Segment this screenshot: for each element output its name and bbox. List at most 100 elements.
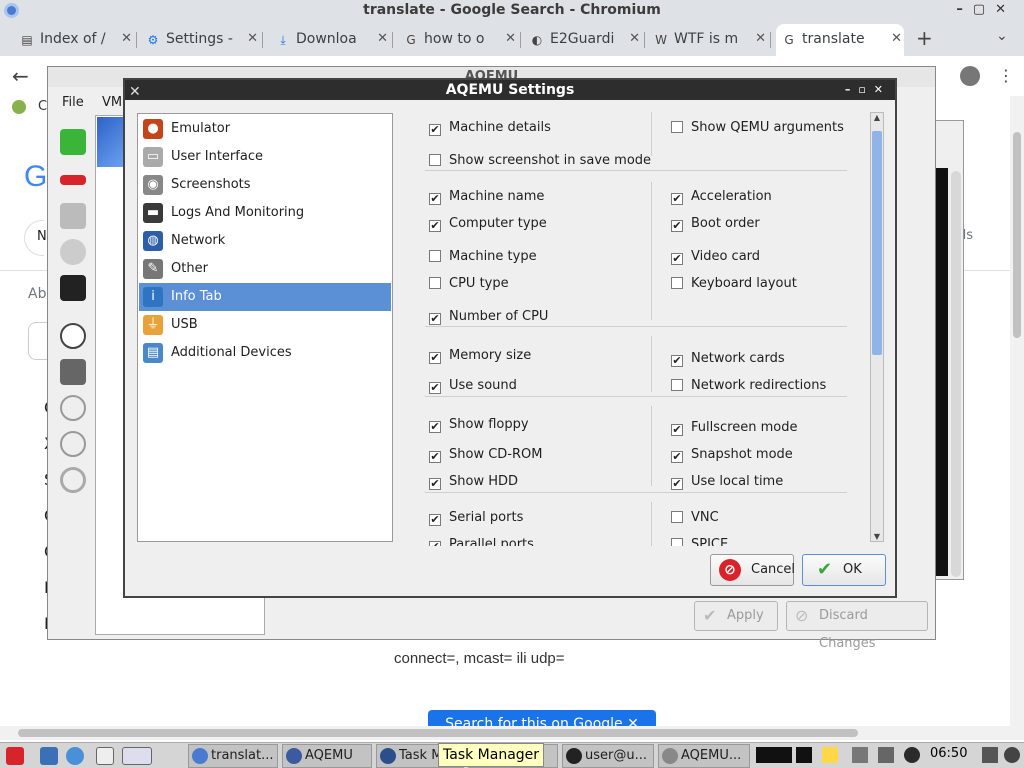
checkbox-unchecked[interactable] bbox=[429, 277, 441, 289]
taskbar-task-0[interactable]: translat... bbox=[188, 744, 278, 768]
checkbox-checked[interactable]: ✔ bbox=[429, 421, 441, 433]
bookmark-icon[interactable] bbox=[12, 100, 26, 114]
category-screenshots[interactable]: ◉ Screenshots bbox=[139, 171, 391, 199]
option-number-of-cpu[interactable]: ✔ Number of CPU bbox=[429, 309, 548, 325]
option-serial-ports[interactable]: ✔ Serial ports bbox=[429, 510, 523, 526]
scroll-down-icon[interactable]: ▼ bbox=[872, 532, 882, 541]
checkbox-checked[interactable]: ✔ bbox=[429, 220, 441, 232]
workspace-icon[interactable] bbox=[122, 747, 152, 765]
scroll-up-icon[interactable]: ▲ bbox=[872, 113, 882, 122]
horizontal-scrollbar[interactable] bbox=[0, 726, 1010, 740]
option-vnc[interactable]: VNC bbox=[671, 510, 719, 525]
tab-0[interactable]: ▤ Index of / ✕ bbox=[14, 24, 134, 56]
tab-search-icon[interactable]: ⌄ bbox=[996, 28, 1008, 44]
close-tab-icon[interactable]: ✕ bbox=[755, 24, 766, 54]
tray-search-icon[interactable] bbox=[852, 747, 868, 763]
option-network-cards[interactable]: ✔ Network cards bbox=[671, 351, 785, 367]
option-video-card[interactable]: ✔ Video card bbox=[671, 249, 760, 265]
checkbox-checked[interactable]: ✔ bbox=[429, 478, 441, 490]
pause-icon[interactable] bbox=[60, 395, 86, 421]
tray-terminal-icon[interactable] bbox=[796, 747, 812, 763]
vm-thumbnail[interactable] bbox=[97, 117, 123, 167]
option-spice[interactable]: SPICE bbox=[671, 537, 728, 546]
option-cpu-type[interactable]: CPU type bbox=[429, 276, 509, 291]
checkbox-checked[interactable]: ✔ bbox=[429, 541, 441, 546]
options-scroll-thumb[interactable] bbox=[872, 131, 882, 355]
power-icon[interactable] bbox=[1004, 747, 1020, 763]
checkbox-unchecked[interactable] bbox=[671, 538, 683, 546]
category-list[interactable]: ● Emulator ▭ User Interface ◉ Screenshots ▬ Log… bbox=[137, 113, 393, 542]
close-tab-icon[interactable]: ✕ bbox=[891, 24, 902, 54]
checkbox-checked[interactable]: ✔ bbox=[429, 514, 441, 526]
ok-button[interactable]: ✔ OK bbox=[802, 554, 886, 586]
option-show-qemu-arguments[interactable]: Show QEMU arguments bbox=[671, 120, 844, 135]
apply-button[interactable]: ✔ Apply bbox=[694, 601, 778, 631]
option-boot-order[interactable]: ✔ Boot order bbox=[671, 216, 760, 232]
checkbox-checked[interactable]: ✔ bbox=[429, 451, 441, 463]
checkbox-checked[interactable]: ✔ bbox=[429, 313, 441, 325]
checkbox-unchecked[interactable] bbox=[671, 121, 683, 133]
close-tab-icon[interactable]: ✕ bbox=[121, 24, 132, 54]
tab-2[interactable]: ⤓ Downloa ✕ bbox=[270, 24, 390, 56]
options-scrollbar[interactable]: ▲ ▼ bbox=[870, 112, 884, 542]
vertical-scrollbar[interactable] bbox=[1010, 96, 1024, 740]
close-tab-icon[interactable]: ✕ bbox=[629, 24, 640, 54]
option-show-screenshot-in-save-mode[interactable]: Show screenshot in save mode bbox=[429, 153, 651, 168]
vscroll-thumb[interactable] bbox=[1013, 132, 1021, 338]
option-computer-type[interactable]: ✔ Computer type bbox=[429, 216, 547, 232]
option-use-local-time[interactable]: ✔ Use local time bbox=[671, 474, 783, 490]
close-tab-icon[interactable]: ✕ bbox=[377, 24, 388, 54]
option-machine-details[interactable]: ✔ Machine details bbox=[429, 120, 551, 136]
option-machine-name[interactable]: ✔ Machine name bbox=[429, 189, 544, 205]
category-other[interactable]: ✎ Other bbox=[139, 255, 391, 283]
checkbox-checked[interactable]: ✔ bbox=[429, 124, 441, 136]
tab-4[interactable]: ◐ E2Guardi ✕ bbox=[524, 24, 642, 56]
option-machine-type[interactable]: Machine type bbox=[429, 249, 537, 264]
stop-icon[interactable] bbox=[60, 431, 86, 457]
checkbox-unchecked[interactable] bbox=[429, 154, 441, 166]
taskbar-task-1[interactable]: AQEMU bbox=[282, 744, 372, 768]
browser-launcher-icon[interactable] bbox=[66, 747, 84, 765]
checkbox-unchecked[interactable] bbox=[429, 250, 441, 262]
discard-changes-button[interactable]: ⊘ Discard Changes bbox=[786, 601, 928, 651]
tray-p-icon[interactable] bbox=[822, 747, 838, 763]
category-info-tab[interactable]: i Info Tab bbox=[139, 283, 391, 311]
checkbox-unchecked[interactable] bbox=[671, 379, 683, 391]
clock-icon[interactable] bbox=[60, 239, 86, 265]
checkbox-checked[interactable]: ✔ bbox=[671, 451, 683, 463]
google-logo[interactable]: G bbox=[24, 160, 47, 194]
checkbox-checked[interactable]: ✔ bbox=[429, 352, 441, 364]
option-memory-size[interactable]: ✔ Memory size bbox=[429, 348, 531, 364]
option-parallel-ports[interactable]: ✔ Parallel ports bbox=[429, 537, 534, 546]
checkbox-checked[interactable]: ✔ bbox=[671, 253, 683, 265]
clock[interactable]: 06:50 bbox=[930, 746, 967, 761]
dialog-window-controls[interactable]: –▫✕ bbox=[845, 80, 891, 100]
window-controls[interactable]: –▢✕ bbox=[956, 0, 1016, 20]
close-tab-icon[interactable]: ✕ bbox=[247, 24, 258, 54]
menu-vm[interactable]: VM bbox=[102, 95, 122, 110]
checkbox-checked[interactable]: ✔ bbox=[429, 382, 441, 394]
save-icon[interactable] bbox=[60, 359, 86, 385]
category-user-interface[interactable]: ▭ User Interface bbox=[139, 143, 391, 171]
add-vm-icon[interactable] bbox=[60, 129, 86, 155]
remove-vm-icon[interactable] bbox=[60, 175, 86, 185]
category-logs-and-monitoring[interactable]: ▬ Logs And Monitoring bbox=[139, 199, 391, 227]
tray-network-icon[interactable] bbox=[904, 747, 920, 763]
checkbox-checked[interactable]: ✔ bbox=[671, 220, 683, 232]
back-arrow-icon[interactable]: ← bbox=[12, 64, 29, 88]
option-show-hdd[interactable]: ✔ Show HDD bbox=[429, 474, 518, 490]
vm-settings-icon[interactable] bbox=[60, 203, 86, 229]
checkbox-checked[interactable]: ✔ bbox=[671, 424, 683, 436]
tab-6[interactable]: Gtranslate ✕ bbox=[776, 24, 904, 56]
close-tab-icon[interactable]: ✕ bbox=[505, 24, 516, 54]
tray-volume-icon[interactable] bbox=[982, 747, 998, 763]
cancel-button[interactable]: ⊘ Cancel bbox=[710, 554, 795, 586]
bookmark-label[interactable]: C bbox=[38, 99, 47, 114]
checkbox-unchecked[interactable] bbox=[671, 277, 683, 289]
taskbar-task-5[interactable]: AQEMU... bbox=[658, 744, 750, 768]
tab-1[interactable]: ⚙ Settings - ✕ bbox=[140, 24, 260, 56]
background-window-scrollbar[interactable] bbox=[951, 171, 961, 577]
new-tab-button[interactable]: + bbox=[916, 26, 933, 50]
category-emulator[interactable]: ● Emulator bbox=[139, 115, 391, 143]
checkbox-checked[interactable]: ✔ bbox=[671, 478, 683, 490]
